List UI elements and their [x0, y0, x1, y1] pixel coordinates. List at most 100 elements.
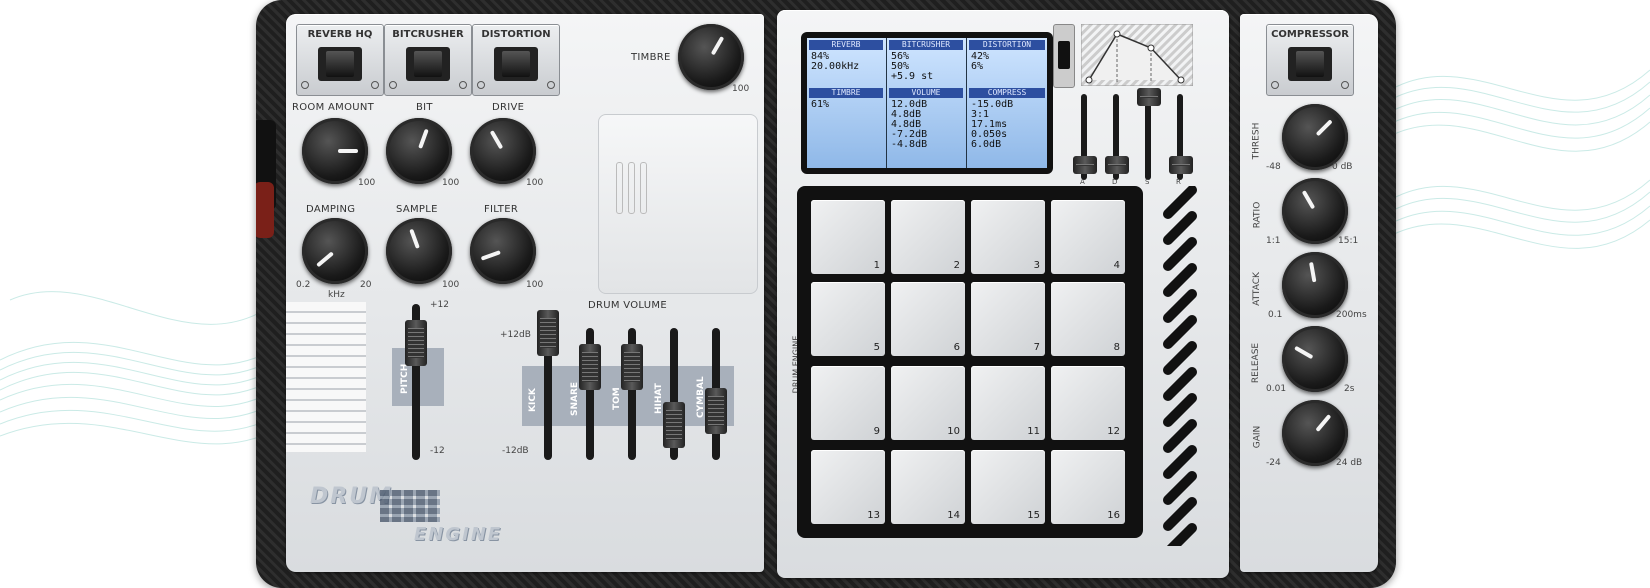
snare-fader[interactable] [579, 344, 601, 390]
timbre-knob[interactable] [678, 24, 744, 90]
damping-min: 0.2 [296, 280, 311, 290]
release-max: 2s [1344, 384, 1355, 394]
sustain-fader[interactable] [1137, 88, 1161, 106]
thresh-knob[interactable] [1282, 104, 1348, 170]
bitcrusher-switch[interactable]: BITCRUSHER [384, 24, 472, 96]
gain-min: -24 [1266, 458, 1281, 468]
pad-number: 3 [1033, 260, 1040, 271]
side-red-handle [256, 182, 274, 238]
pad-11[interactable]: 11 [971, 366, 1045, 440]
lcd-value-distortion: 42% 6% [971, 51, 990, 72]
pad-16[interactable]: 16 [1051, 450, 1125, 524]
effects-panel: REVERB HQ BITCRUSHER DISTORTION TIMBRE 1… [286, 14, 764, 572]
pad-5[interactable]: 5 [811, 282, 885, 356]
distortion-switch[interactable]: DISTORTION [472, 24, 560, 96]
lcd-value-volume: 12.0dB 4.8dB 4.8dB -7.2dB -4.8dB [891, 99, 928, 150]
envelope-graph [1081, 24, 1193, 86]
compressor-switch[interactable]: COMPRESSOR [1266, 24, 1354, 96]
pad-number: 8 [1113, 342, 1120, 353]
lcd-header-bitcrusher: BITCRUSHER [889, 40, 963, 50]
damping-knob[interactable] [302, 218, 368, 284]
pad-number: 2 [953, 260, 960, 271]
lcd-value-timbre: 61% [811, 99, 830, 110]
compressor-panel: COMPRESSOR THRESH -48 0 dB RATIO 1:1 15:… [1240, 14, 1378, 572]
tom-fader[interactable] [621, 344, 643, 390]
room-amount-knob[interactable] [302, 118, 368, 184]
pad-3[interactable]: 3 [971, 200, 1045, 274]
display: REVERB BITCRUSHER DISTORTION 84% 20.00kH… [807, 38, 1047, 168]
release-min: 0.01 [1266, 384, 1287, 394]
room-amount-max: 100 [358, 178, 376, 188]
pad-number: 4 [1113, 260, 1120, 271]
kick-fader[interactable] [537, 310, 559, 356]
drive-label: DRIVE [492, 102, 525, 113]
kick-label: KICK [528, 388, 538, 412]
pitch-label: PITCH [400, 363, 410, 394]
pad-9[interactable]: 9 [811, 366, 885, 440]
gain-knob[interactable] [1282, 400, 1348, 466]
attack-fader[interactable] [1073, 156, 1097, 174]
lcd-value-bitcrusher: 56% 50% +5.9 st [891, 51, 934, 82]
filter-max: 100 [526, 280, 544, 290]
pad-number: 7 [1033, 342, 1040, 353]
drum-volume-max: +12dB [500, 330, 531, 340]
pad-2[interactable]: 2 [891, 200, 965, 274]
release-fader[interactable] [1169, 156, 1193, 174]
pad-number: 5 [873, 342, 880, 353]
pad-panel: REVERB BITCRUSHER DISTORTION 84% 20.00kH… [777, 10, 1229, 578]
pad-15[interactable]: 15 [971, 450, 1045, 524]
bit-knob[interactable] [386, 118, 452, 184]
pad-number: 16 [1107, 510, 1120, 521]
pad-number: 10 [947, 426, 960, 437]
filter-knob[interactable] [470, 218, 536, 284]
thresh-min: -48 [1266, 162, 1281, 172]
sample-knob[interactable] [386, 218, 452, 284]
mode-toggle[interactable] [1053, 24, 1075, 88]
vent-lines [286, 302, 366, 452]
reverb-switch[interactable]: REVERB HQ [296, 24, 384, 96]
display-frame: REVERB BITCRUSHER DISTORTION 84% 20.00kH… [801, 32, 1053, 174]
lcd-value-compress: -15.0dB 3:1 17.1ms 0.050s 6.0dB [971, 99, 1014, 150]
sustain-letter: S [1145, 178, 1150, 186]
lcd-header-reverb: REVERB [809, 40, 883, 50]
damping-max: 20 [360, 280, 372, 290]
attack-knob[interactable] [1282, 252, 1348, 318]
pad-13[interactable]: 13 [811, 450, 885, 524]
brand-line2: ENGINE [414, 524, 503, 545]
gain-label: GAIN [1252, 425, 1263, 449]
decay-fader[interactable] [1105, 156, 1129, 174]
timbre-max: 100 [732, 84, 750, 94]
lcd-header-distortion: DISTORTION [969, 40, 1045, 50]
release-knob[interactable] [1282, 326, 1348, 392]
pad-8[interactable]: 8 [1051, 282, 1125, 356]
hihat-fader[interactable] [663, 402, 685, 448]
cymbal-fader[interactable] [705, 388, 727, 434]
lcd-divider-v2 [966, 38, 967, 168]
bit-label: BIT [416, 102, 433, 113]
pad-7[interactable]: 7 [971, 282, 1045, 356]
pad-6[interactable]: 6 [891, 282, 965, 356]
pad-4[interactable]: 4 [1051, 200, 1125, 274]
pad-1[interactable]: 1 [811, 200, 885, 274]
lcd-value-reverb: 84% 20.00kHz [811, 51, 860, 72]
drive-max: 100 [526, 178, 544, 188]
thresh-label: THRESH [1251, 122, 1262, 160]
pad-number: 14 [947, 510, 960, 521]
timbre-label: TIMBRE [631, 52, 671, 63]
drum-volume-title: DRUM VOLUME [588, 300, 667, 311]
thresh-max: 0 dB [1332, 162, 1353, 172]
pad-14[interactable]: 14 [891, 450, 965, 524]
ratio-min: 1:1 [1266, 236, 1281, 246]
pad-12[interactable]: 12 [1051, 366, 1125, 440]
brand-grid [380, 490, 440, 522]
lcd-header-compress: COMPRESS [969, 88, 1045, 98]
ratio-label: RATIO [1252, 201, 1263, 229]
damping-label: DAMPING [306, 204, 356, 215]
grip-stripes [1153, 186, 1213, 546]
bit-max: 100 [442, 178, 460, 188]
pad-number: 6 [953, 342, 960, 353]
pitch-fader[interactable] [405, 320, 427, 366]
ratio-knob[interactable] [1282, 178, 1348, 244]
pad-10[interactable]: 10 [891, 366, 965, 440]
drive-knob[interactable] [470, 118, 536, 184]
